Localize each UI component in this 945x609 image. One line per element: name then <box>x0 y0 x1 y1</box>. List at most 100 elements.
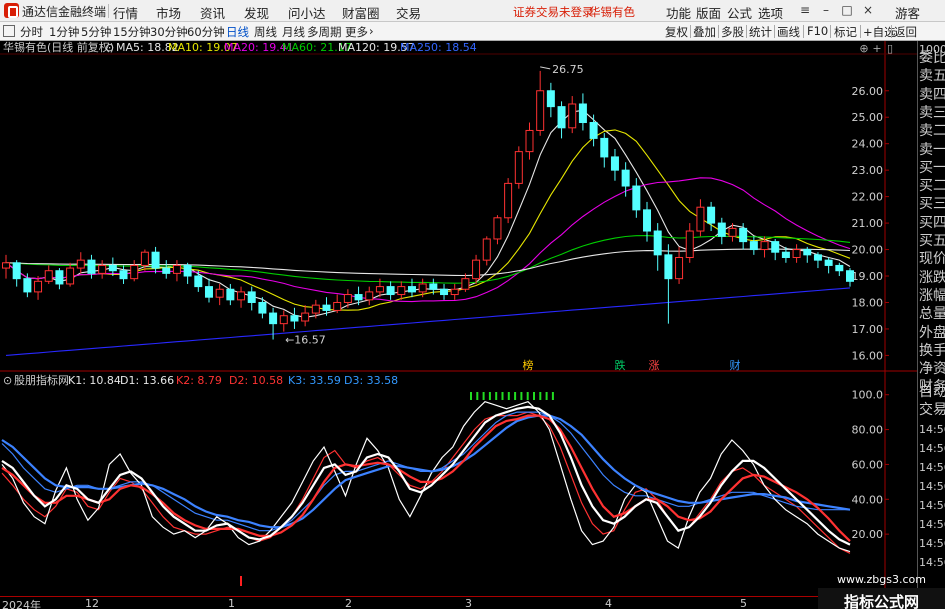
toolbar-divider <box>718 25 719 38</box>
panel-toggle-icon[interactable] <box>3 25 15 37</box>
menu-wenxiaoda[interactable]: 问小达 <box>288 3 326 22</box>
side-panel-field-0[interactable]: 委比 <box>919 49 945 67</box>
side-panel-field-3[interactable]: 卖三 <box>919 104 945 122</box>
candle-body <box>472 259 481 280</box>
buy-signal-bar <box>533 392 535 400</box>
event-marker-0: 榜 <box>523 358 534 372</box>
candle-body <box>739 227 748 243</box>
side-panel-field-8[interactable]: 买三 <box>919 195 945 213</box>
side-panel-field-7[interactable]: 买二 <box>919 177 945 195</box>
menu-gongneng[interactable]: 功能 <box>666 3 691 22</box>
menu-hangqing[interactable]: 行情 <box>113 3 138 22</box>
side-panel-field-14[interactable]: 总量 <box>919 305 945 323</box>
login-warning[interactable]: 证券交易未登录 <box>513 4 594 20</box>
chart-background <box>0 41 917 596</box>
guest-user[interactable]: 游客 <box>895 3 920 22</box>
quote-side-panel: 1000 委比 卖五 卖四 卖三 卖二 卖一 买一 买二 买三 买四 买五 现价 涨跌 涨幅 总量 外盘 换手 净资… <box>917 41 945 609</box>
menu-caifuquan[interactable]: 财富圈 <box>342 3 380 22</box>
price-tick-label: 24.00 <box>852 138 884 151</box>
period-5min[interactable]: 5分钟 <box>81 24 111 40</box>
side-panel-field-16[interactable]: 换手 <box>919 342 945 360</box>
high-price-label: 26.75 <box>552 63 584 76</box>
side-panel-field-10[interactable]: 买五 <box>919 232 945 250</box>
side-panel-field-13[interactable]: 涨幅 <box>919 287 945 305</box>
menu-gongshi[interactable]: 公式 <box>727 3 752 22</box>
candle-body <box>76 259 85 269</box>
side-panel-auto[interactable]: 自动 <box>919 383 945 401</box>
tick-time: 14:56 <box>919 423 945 436</box>
candle-body <box>162 267 171 274</box>
side-panel-field-5[interactable]: 卖一 <box>919 141 945 159</box>
low-price-label: ←16.57 <box>285 334 326 347</box>
btn-fuquan[interactable]: 复权 <box>665 24 688 40</box>
more-chevron-icon[interactable]: › <box>369 24 374 38</box>
btn-back[interactable]: 返回 <box>894 24 917 40</box>
period-fenshi[interactable]: 分时 <box>20 24 43 40</box>
btn-duogu[interactable]: 多股 <box>721 24 744 40</box>
side-panel-field-12[interactable]: 涨跌 <box>919 269 945 287</box>
period-daily[interactable]: 日线 <box>226 24 249 40</box>
zoom-icon: ⊕ <box>859 42 868 55</box>
menu-xuanxiang[interactable]: 选项 <box>758 3 783 22</box>
period-weekly[interactable]: 周线 <box>254 24 277 40</box>
candle-body <box>664 254 673 280</box>
candle-body <box>237 291 246 301</box>
menu-zixun[interactable]: 资讯 <box>200 3 225 22</box>
btn-tongji[interactable]: 统计 <box>749 24 772 40</box>
period-1min[interactable]: 1分钟 <box>49 24 79 40</box>
side-panel-field-6[interactable]: 买一 <box>919 159 945 177</box>
period-30min[interactable]: 30分钟 <box>150 24 188 40</box>
period-more[interactable]: 更多 <box>345 24 368 40</box>
btn-biaoji[interactable]: 标记 <box>834 24 857 40</box>
btn-diejia[interactable]: 叠加 <box>693 24 716 40</box>
candle-body <box>386 286 395 296</box>
indicator-tick-label: 20.00 <box>852 528 884 541</box>
toolbar-divider <box>891 25 892 38</box>
candle-body <box>108 264 117 272</box>
candle-body <box>493 217 502 240</box>
tick-time: 14:56 <box>919 537 945 550</box>
side-panel-field-4[interactable]: 卖二 <box>919 122 945 140</box>
candle-body <box>760 241 769 251</box>
tick-time: 14:56 <box>919 499 945 512</box>
side-panel-field-1[interactable]: 卖五 <box>919 67 945 85</box>
period-multi[interactable]: 多周期 <box>307 24 342 40</box>
stock-chart[interactable]: 26.00 25.00 24.00 23.00 22.00 21.00 20.00 19.00… <box>0 41 917 596</box>
side-panel-field-2[interactable]: 卖四 <box>919 86 945 104</box>
menu-banmian[interactable]: 版面 <box>696 3 721 22</box>
period-15min[interactable]: 15分钟 <box>113 24 151 40</box>
period-monthly[interactable]: 月线 <box>282 24 305 40</box>
candle-body <box>568 103 577 129</box>
candle-body <box>429 283 438 290</box>
candle-body <box>397 286 406 296</box>
candle-body <box>119 270 128 280</box>
candle-body <box>343 294 352 303</box>
candle-body <box>589 122 598 139</box>
btn-f10[interactable]: F10 <box>807 24 828 38</box>
candle-body <box>525 129 534 153</box>
close-icon[interactable]: × <box>860 2 876 19</box>
period-60min[interactable]: 60分钟 <box>187 24 225 40</box>
btn-huaxian[interactable]: 画线 <box>777 24 800 40</box>
event-marker-3: 财 <box>730 358 741 372</box>
date-tick-label: 2024年 <box>2 599 41 609</box>
side-panel-field-9[interactable]: 买四 <box>919 214 945 232</box>
sell-signal-bar <box>240 576 242 586</box>
buy-signal-bar <box>520 392 523 400</box>
restore-icon[interactable]: □ <box>839 2 855 19</box>
candle-body <box>781 251 790 258</box>
candle-body <box>151 251 160 269</box>
menu-faxian[interactable]: 发现 <box>244 3 269 22</box>
candle-body <box>365 291 374 301</box>
side-panel-trade[interactable]: 交易 <box>919 401 945 419</box>
menu-shichang[interactable]: 市场 <box>156 3 181 22</box>
side-panel-field-11[interactable]: 现价 <box>919 250 945 268</box>
candle-body <box>172 264 181 274</box>
menu-icon[interactable]: ≡ <box>797 2 813 19</box>
candle-body <box>675 256 684 280</box>
candle-body <box>696 206 705 232</box>
side-panel-field-15[interactable]: 外盘 <box>919 324 945 342</box>
side-panel-field-17[interactable]: 净资 <box>919 360 945 378</box>
menu-jiaoyi[interactable]: 交易 <box>396 3 421 22</box>
minimize-icon[interactable]: – <box>818 2 834 19</box>
